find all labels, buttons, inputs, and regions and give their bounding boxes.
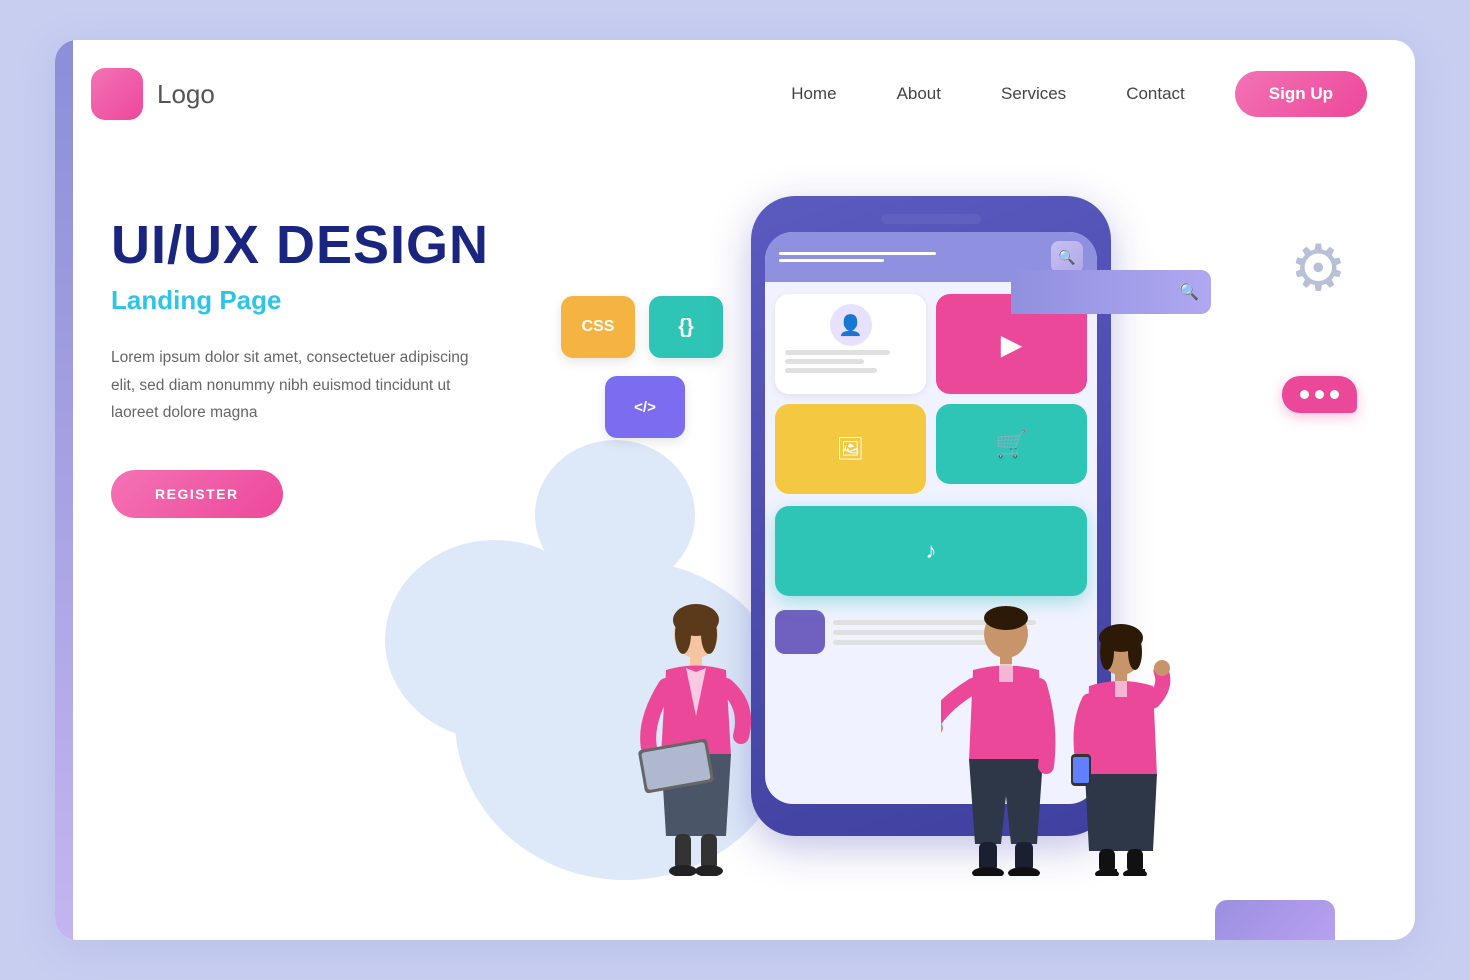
search-line-2	[779, 259, 884, 262]
cart-icon: 🛒	[995, 429, 1027, 460]
nav-link-services[interactable]: Services	[1001, 84, 1066, 103]
braces-tag: {}	[649, 296, 723, 358]
app-grid: 👤 ▶	[765, 282, 1097, 506]
chat-dot-3	[1330, 390, 1339, 399]
nav-links: Home About Services Contact	[791, 84, 1185, 104]
nav-item-services[interactable]: Services	[1001, 84, 1066, 104]
search-icon: 🔍	[1051, 241, 1083, 273]
line-2	[785, 359, 864, 364]
logo-icon	[91, 68, 143, 120]
logo-area: Logo	[91, 68, 215, 120]
search-line-1	[779, 252, 936, 255]
line-3	[785, 368, 877, 373]
people-illustration	[631, 556, 1331, 876]
gear-icon: ⚙	[1290, 236, 1347, 300]
app-card-user: 👤	[775, 294, 926, 394]
nav-link-about[interactable]: About	[897, 84, 941, 103]
person-2-man-pointing	[941, 596, 1071, 876]
main-content: UI/UX DESIGN Landing Page Lorem ipsum do…	[55, 136, 1415, 896]
nav-link-home[interactable]: Home	[791, 84, 836, 103]
person-3-woman-phone	[1061, 616, 1181, 876]
search-lines	[779, 252, 1041, 262]
register-button[interactable]: REGISTER	[111, 470, 283, 518]
html-tag: </>	[605, 376, 685, 438]
nav-link-contact[interactable]: Contact	[1126, 84, 1185, 103]
hero-subtitle: Landing Page	[111, 285, 531, 316]
search-bar-extended: 🔍	[1011, 270, 1211, 314]
person-1-woman-laptop	[631, 596, 761, 876]
play-icon: ▶	[1001, 328, 1023, 361]
phone-notch	[881, 214, 981, 224]
user-card-lines	[785, 346, 916, 377]
left-panel: UI/UX DESIGN Landing Page Lorem ipsum do…	[111, 176, 531, 518]
css-tag: CSS	[561, 296, 635, 358]
chat-bubble	[1282, 376, 1357, 413]
nav-item-home[interactable]: Home	[791, 84, 836, 104]
app-card-cart: 🛒	[936, 404, 1087, 484]
bottom-accent	[1215, 900, 1335, 940]
chat-dot-2	[1315, 390, 1324, 399]
nav-item-about[interactable]: About	[897, 84, 941, 104]
hero-title: UI/UX DESIGN	[111, 216, 531, 275]
hero-description: Lorem ipsum dolor sit amet, consectetuer…	[111, 344, 491, 425]
chat-dot-1	[1300, 390, 1309, 399]
navbar: Logo Home About Services Contact Sign Up	[55, 40, 1415, 136]
signup-button[interactable]: Sign Up	[1235, 71, 1367, 117]
main-card: Logo Home About Services Contact Sign Up…	[55, 40, 1415, 940]
right-panel: CSS {} </>	[531, 176, 1367, 876]
user-icon: 👤	[830, 304, 872, 346]
nav-item-contact[interactable]: Contact	[1126, 84, 1185, 104]
logo-text: Logo	[157, 79, 215, 110]
image-icon: 🖼	[837, 436, 865, 462]
search-ext-icon: 🔍	[1179, 282, 1199, 302]
line-1	[785, 350, 890, 355]
app-card-image: 🖼	[775, 404, 926, 494]
